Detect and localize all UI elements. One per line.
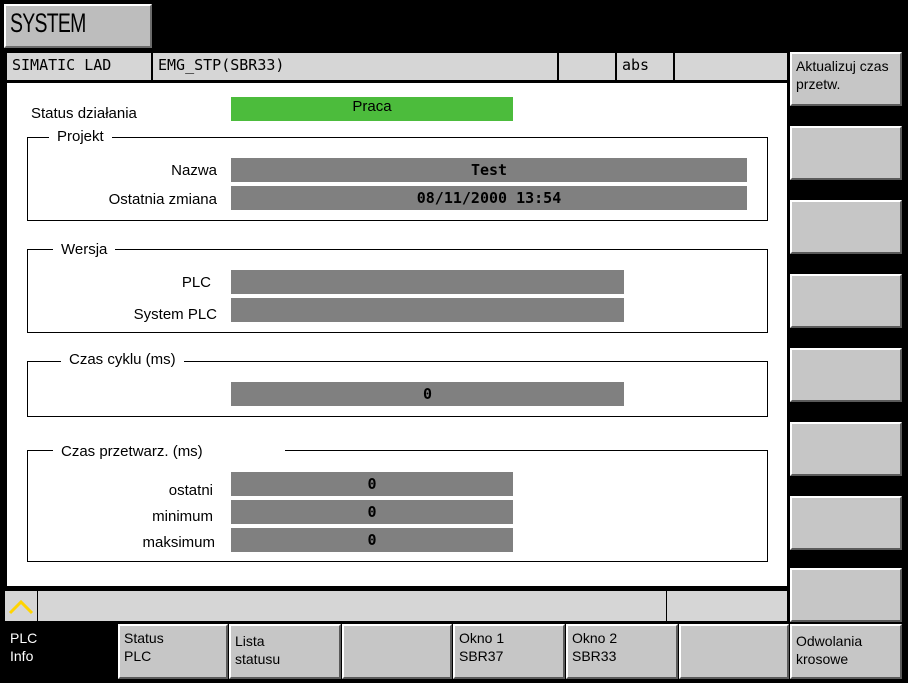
status-value: Praca bbox=[231, 97, 513, 121]
softkey-label-line1: Odwolania bbox=[796, 633, 863, 649]
softkey-label-line2: SBR37 bbox=[459, 648, 504, 664]
softkey-label-line1: Lista bbox=[235, 633, 265, 649]
softkey-label-line2: statusu bbox=[235, 651, 281, 667]
project-group-title: Projekt bbox=[49, 128, 112, 145]
softkey-status-list[interactable]: Lista statusu bbox=[229, 624, 341, 679]
plc-version-label: PLC bbox=[181, 274, 211, 291]
header-empty-cell bbox=[558, 52, 616, 81]
softkey-vertical-3[interactable] bbox=[790, 200, 902, 254]
cycle-time-group-title: Czas cyklu (ms) bbox=[61, 351, 184, 368]
softkey-vertical-7[interactable] bbox=[790, 496, 902, 550]
softkey-label-line1: Okno 1 bbox=[459, 630, 505, 646]
softkey-horizontal-7[interactable] bbox=[679, 624, 789, 679]
softkey-vertical-4[interactable] bbox=[790, 274, 902, 328]
system-plc-field bbox=[231, 298, 624, 322]
plc-info-panel: Status działania Praca Projekt Nazwa Tes… bbox=[6, 82, 788, 587]
project-name-label: Nazwa bbox=[171, 162, 217, 179]
softkey-label-line2: Info bbox=[10, 648, 34, 664]
softkey-label-line1: Okno 2 bbox=[572, 630, 618, 646]
processing-time-group-title: Czas przetwarz. (ms) bbox=[53, 443, 285, 460]
recall-button[interactable] bbox=[4, 590, 38, 622]
system-label: SYSTEM bbox=[10, 8, 86, 38]
plc-version-field bbox=[231, 270, 624, 294]
min-processing-label: minimum bbox=[152, 508, 213, 525]
softkey-vertical-2[interactable] bbox=[790, 126, 902, 180]
min-processing-field: 0 bbox=[231, 500, 513, 524]
softkey-label-line2: SBR33 bbox=[572, 648, 617, 664]
softkey-status-plc[interactable]: Status PLC bbox=[118, 624, 228, 679]
softkey-window-2[interactable]: Okno 2 SBR33 bbox=[566, 624, 678, 679]
softkey-update-processing-time[interactable]: Aktualizuj czas przetw. bbox=[790, 52, 902, 106]
softkey-cross-references[interactable]: Odwolania krosowe bbox=[790, 624, 902, 679]
softkey-vertical-6[interactable] bbox=[790, 422, 902, 476]
system-plc-label: System PLC bbox=[133, 306, 217, 323]
last-processing-label: ostatni bbox=[168, 482, 213, 499]
recall-chevron-up-icon bbox=[8, 599, 34, 615]
softkey-vertical-8[interactable] bbox=[790, 568, 902, 622]
message-strip-right-cell bbox=[666, 590, 788, 622]
block-name-cell: EMG_STP(SBR33) bbox=[152, 52, 558, 81]
softkey-label-line1: Status bbox=[124, 630, 164, 646]
last-change-label: Ostatnia zmiana bbox=[108, 191, 217, 208]
last-change-field: 08/11/2000 13:54 bbox=[231, 186, 747, 210]
softkey-plc-info[interactable]: PLC Info bbox=[4, 624, 118, 679]
mode-cell: abs bbox=[616, 52, 674, 81]
softkey-label-line2: krosowe bbox=[796, 651, 849, 667]
last-processing-field: 0 bbox=[231, 472, 513, 496]
program-type-cell: SIMATIC LAD bbox=[6, 52, 152, 81]
max-processing-label: maksimum bbox=[142, 534, 215, 551]
softkey-horizontal-4[interactable] bbox=[342, 624, 452, 679]
status-label: Status działania bbox=[31, 105, 137, 122]
system-area: SYSTEM bbox=[4, 4, 152, 48]
softkey-window-1[interactable]: Okno 1 SBR37 bbox=[453, 624, 565, 679]
header-empty-cell bbox=[674, 52, 788, 81]
softkey-vertical-5[interactable] bbox=[790, 348, 902, 402]
version-group-title: Wersja bbox=[53, 241, 116, 258]
max-processing-field: 0 bbox=[231, 528, 513, 552]
softkey-label-line2: PLC bbox=[124, 648, 152, 664]
project-name-field: Test bbox=[231, 158, 747, 182]
softkey-label-line1: PLC bbox=[10, 630, 38, 646]
cycle-time-field: 0 bbox=[231, 382, 624, 406]
